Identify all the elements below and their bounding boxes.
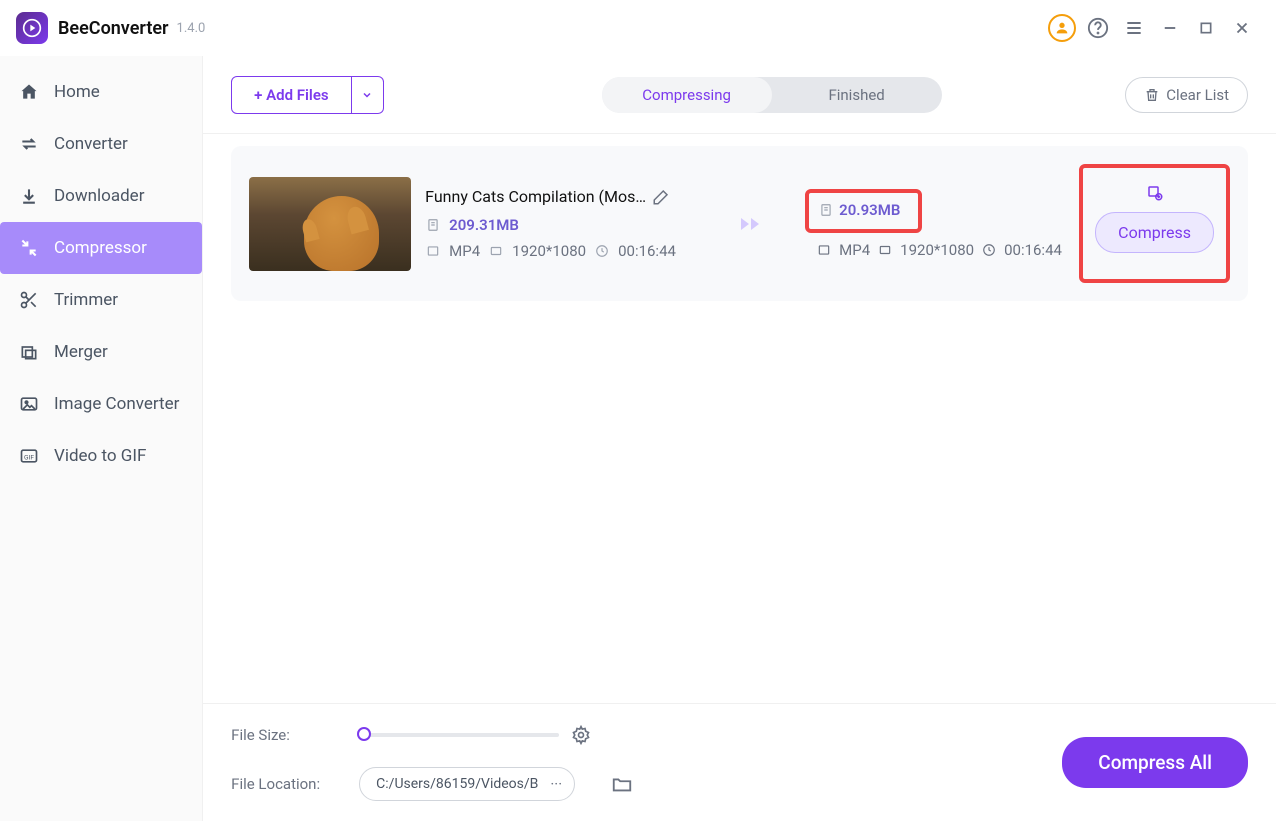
minimize-button[interactable] xyxy=(1152,10,1188,46)
size-settings-button[interactable] xyxy=(571,725,591,745)
edit-title-button[interactable] xyxy=(652,188,670,206)
source-format: MP4 xyxy=(449,242,480,260)
clear-list-button[interactable]: Clear List xyxy=(1125,77,1248,113)
output-size-highlight: 20.93MB xyxy=(805,189,922,233)
clock-icon xyxy=(594,243,610,259)
output-resolution: 1920*1080 xyxy=(900,241,974,259)
sidebar-item-label: Downloader xyxy=(54,186,144,206)
format-icon xyxy=(425,243,441,259)
tab-compressing[interactable]: Compressing xyxy=(602,77,772,113)
sidebar-item-compressor[interactable]: Compressor xyxy=(0,222,202,274)
toolbar: + Add Files Compressing Finished Clear L… xyxy=(203,56,1276,134)
compress-button[interactable]: Compress xyxy=(1095,212,1214,253)
file-icon xyxy=(425,217,441,233)
resolution-icon xyxy=(878,243,892,257)
close-button[interactable] xyxy=(1224,10,1260,46)
arrow-right-icon xyxy=(739,212,771,236)
output-format: MP4 xyxy=(839,241,870,259)
file-size-label: File Size: xyxy=(231,726,331,744)
converter-icon xyxy=(18,133,40,155)
file-card: Funny Cats Compilation (Mos… 209.31MB MP… xyxy=(231,146,1248,301)
file-location-path: C:/Users/86159/Videos/B xyxy=(376,776,538,792)
sidebar-item-trimmer[interactable]: Trimmer xyxy=(0,274,202,326)
sidebar-item-downloader[interactable]: Downloader xyxy=(0,170,202,222)
compressor-icon xyxy=(18,237,40,259)
tab-finished[interactable]: Finished xyxy=(772,77,942,113)
sidebar-item-label: Merger xyxy=(54,342,108,362)
add-files-dropdown-button[interactable] xyxy=(352,76,384,114)
scissors-icon xyxy=(18,289,40,311)
settings-icon[interactable] xyxy=(1146,184,1164,202)
file-icon xyxy=(819,203,833,217)
source-file-size: 209.31MB xyxy=(449,216,519,234)
output-duration: 00:16:44 xyxy=(1004,241,1062,259)
app-name: BeeConverter xyxy=(58,18,169,39)
sidebar-item-label: Video to GIF xyxy=(54,446,146,466)
source-duration: 00:16:44 xyxy=(618,242,676,260)
image-icon xyxy=(18,393,40,415)
file-location-field[interactable]: C:/Users/86159/Videos/B ··· xyxy=(359,767,575,801)
sidebar-item-label: Converter xyxy=(54,134,128,154)
sidebar-item-home[interactable]: Home xyxy=(0,66,202,118)
video-thumbnail xyxy=(249,177,411,271)
clear-list-label: Clear List xyxy=(1166,86,1229,104)
path-more-button[interactable]: ··· xyxy=(542,775,570,793)
compress-all-button[interactable]: Compress All xyxy=(1062,737,1248,788)
maximize-button[interactable] xyxy=(1188,10,1224,46)
home-icon xyxy=(18,81,40,103)
trash-icon xyxy=(1144,87,1160,103)
sidebar-item-converter[interactable]: Converter xyxy=(0,118,202,170)
source-resolution: 1920*1080 xyxy=(512,242,586,260)
merger-icon xyxy=(18,341,40,363)
titlebar: BeeConverter 1.4.0 xyxy=(0,0,1276,56)
file-size-slider[interactable] xyxy=(359,733,559,737)
footer: File Size: File Location: C:/Users/86159… xyxy=(203,703,1276,821)
sidebar-item-image-converter[interactable]: Image Converter xyxy=(0,378,202,430)
help-button[interactable] xyxy=(1080,10,1116,46)
sidebar-item-label: Image Converter xyxy=(54,394,179,414)
gif-icon: GIF xyxy=(18,445,40,467)
download-icon xyxy=(18,185,40,207)
sidebar-item-merger[interactable]: Merger xyxy=(0,326,202,378)
open-folder-button[interactable] xyxy=(611,773,633,795)
sidebar-item-label: Compressor xyxy=(54,238,147,258)
app-version: 1.4.0 xyxy=(177,21,206,36)
app-logo-icon xyxy=(16,12,48,44)
format-icon xyxy=(817,243,831,257)
sidebar-item-video-to-gif[interactable]: GIF Video to GIF xyxy=(0,430,202,482)
svg-text:GIF: GIF xyxy=(24,453,34,461)
sidebar-item-label: Home xyxy=(54,82,100,102)
file-title: Funny Cats Compilation (Mos… xyxy=(425,187,646,206)
output-file-size: 20.93MB xyxy=(839,201,900,219)
add-files-button[interactable]: + Add Files xyxy=(231,76,351,114)
sidebar: Home Converter Downloader Compressor Tri… xyxy=(0,56,203,821)
file-location-label: File Location: xyxy=(231,775,331,793)
user-icon xyxy=(1048,14,1076,42)
sidebar-item-label: Trimmer xyxy=(54,290,118,310)
compress-button-highlight: Compress xyxy=(1079,164,1230,283)
resolution-icon xyxy=(488,243,504,259)
slider-thumb[interactable] xyxy=(357,727,371,741)
menu-button[interactable] xyxy=(1116,10,1152,46)
tab-switch: Compressing Finished xyxy=(602,77,942,113)
clock-icon xyxy=(982,243,996,257)
user-account-button[interactable] xyxy=(1044,10,1080,46)
